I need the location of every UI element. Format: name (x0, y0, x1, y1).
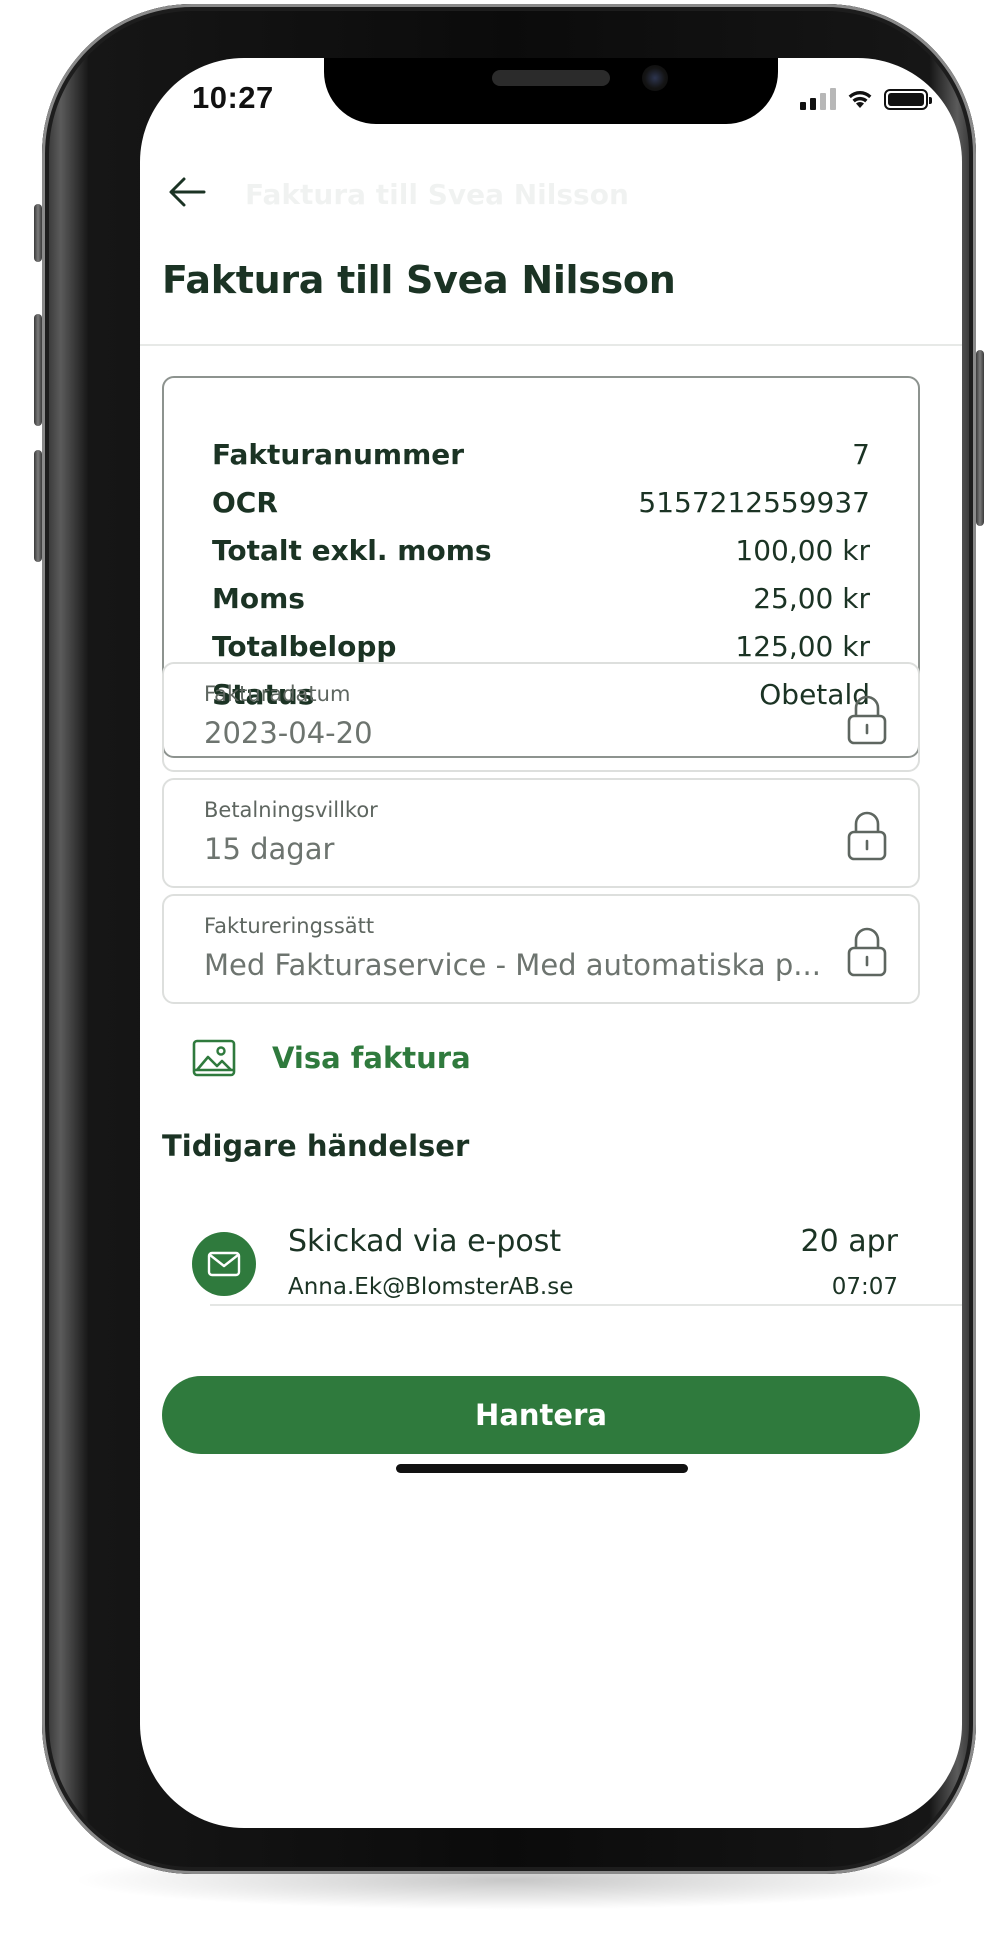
wifi-icon (848, 91, 872, 108)
field-value: Med Fakturaservice - Med automatiska p..… (204, 948, 821, 982)
front-camera (642, 65, 668, 91)
summary-key: Moms (212, 581, 305, 615)
field-label: Faktureringssätt (204, 914, 375, 938)
history-event-item[interactable]: Skickad via e-post Anna.Ek@BlomsterAB.se… (192, 1216, 962, 1334)
summary-key: Fakturanummer (212, 437, 465, 471)
summary-key: OCR (212, 485, 278, 519)
page-title: Faktura till Svea Nilsson (162, 258, 676, 302)
history-section-title: Tidigare händelser (162, 1129, 470, 1163)
summary-row-total-excl-vat: Totalt exkl. moms 100,00 kr (212, 526, 870, 574)
field-label: Betalningsvillkor (204, 798, 378, 822)
volume-up-button (34, 314, 42, 426)
phone-frame: 10:27 Faktura till Svea Nilsson Faktura … (34, 4, 984, 1874)
speaker-grille (492, 70, 610, 86)
volume-down-button (34, 450, 42, 562)
status-time: 10:27 (192, 80, 274, 115)
summary-value: 125,00 kr (735, 629, 870, 663)
field-value: 2023-04-20 (204, 716, 373, 750)
mail-icon (207, 1251, 241, 1277)
payment-terms-field[interactable]: Betalningsvillkor 15 dagar (162, 778, 920, 888)
battery-icon (884, 89, 932, 110)
summary-value: 25,00 kr (753, 581, 870, 615)
view-invoice-link[interactable]: Visa faktura (192, 1039, 471, 1077)
header-divider (140, 344, 962, 346)
image-icon (192, 1039, 236, 1077)
summary-key: Totalbelopp (212, 629, 397, 663)
lock-icon (847, 695, 887, 745)
cellular-signal-icon (800, 88, 836, 110)
summary-value: 5157212559937 (638, 485, 870, 519)
event-recipient: Anna.Ek@BlomsterAB.se (288, 1274, 574, 1300)
invoice-date-field[interactable]: Fakturadatum 2023-04-20 (162, 662, 920, 772)
summary-row-invoice-number: Fakturanummer 7 (212, 430, 870, 478)
field-label: Fakturadatum (204, 682, 351, 706)
silent-switch (34, 204, 42, 262)
power-button (976, 350, 984, 526)
manage-button[interactable]: Hantera (162, 1376, 920, 1454)
lock-icon (847, 811, 887, 861)
home-indicator (396, 1464, 688, 1473)
event-divider (210, 1304, 962, 1306)
summary-value: 100,00 kr (735, 533, 870, 567)
event-title: Skickad via e-post (288, 1224, 562, 1259)
summary-row-vat: Moms 25,00 kr (212, 574, 870, 622)
summary-key: Totalt exkl. moms (212, 533, 492, 567)
back-arrow-icon[interactable] (162, 166, 214, 218)
event-time: 07:07 (831, 1274, 898, 1300)
summary-row-ocr: OCR 5157212559937 (212, 478, 870, 526)
view-invoice-label: Visa faktura (272, 1041, 471, 1075)
billing-method-field[interactable]: Faktureringssätt Med Fakturaservice - Me… (162, 894, 920, 1004)
collapsed-header-title: Faktura till Svea Nilsson (245, 178, 629, 211)
mail-icon-badge (192, 1232, 256, 1296)
event-date: 20 apr (800, 1224, 898, 1259)
app-screen: 10:27 Faktura till Svea Nilsson Faktura … (140, 58, 962, 1828)
status-icons (800, 88, 932, 110)
notch (324, 58, 778, 124)
lock-icon (847, 927, 887, 977)
field-value: 15 dagar (204, 832, 335, 866)
summary-value: 7 (852, 437, 870, 471)
